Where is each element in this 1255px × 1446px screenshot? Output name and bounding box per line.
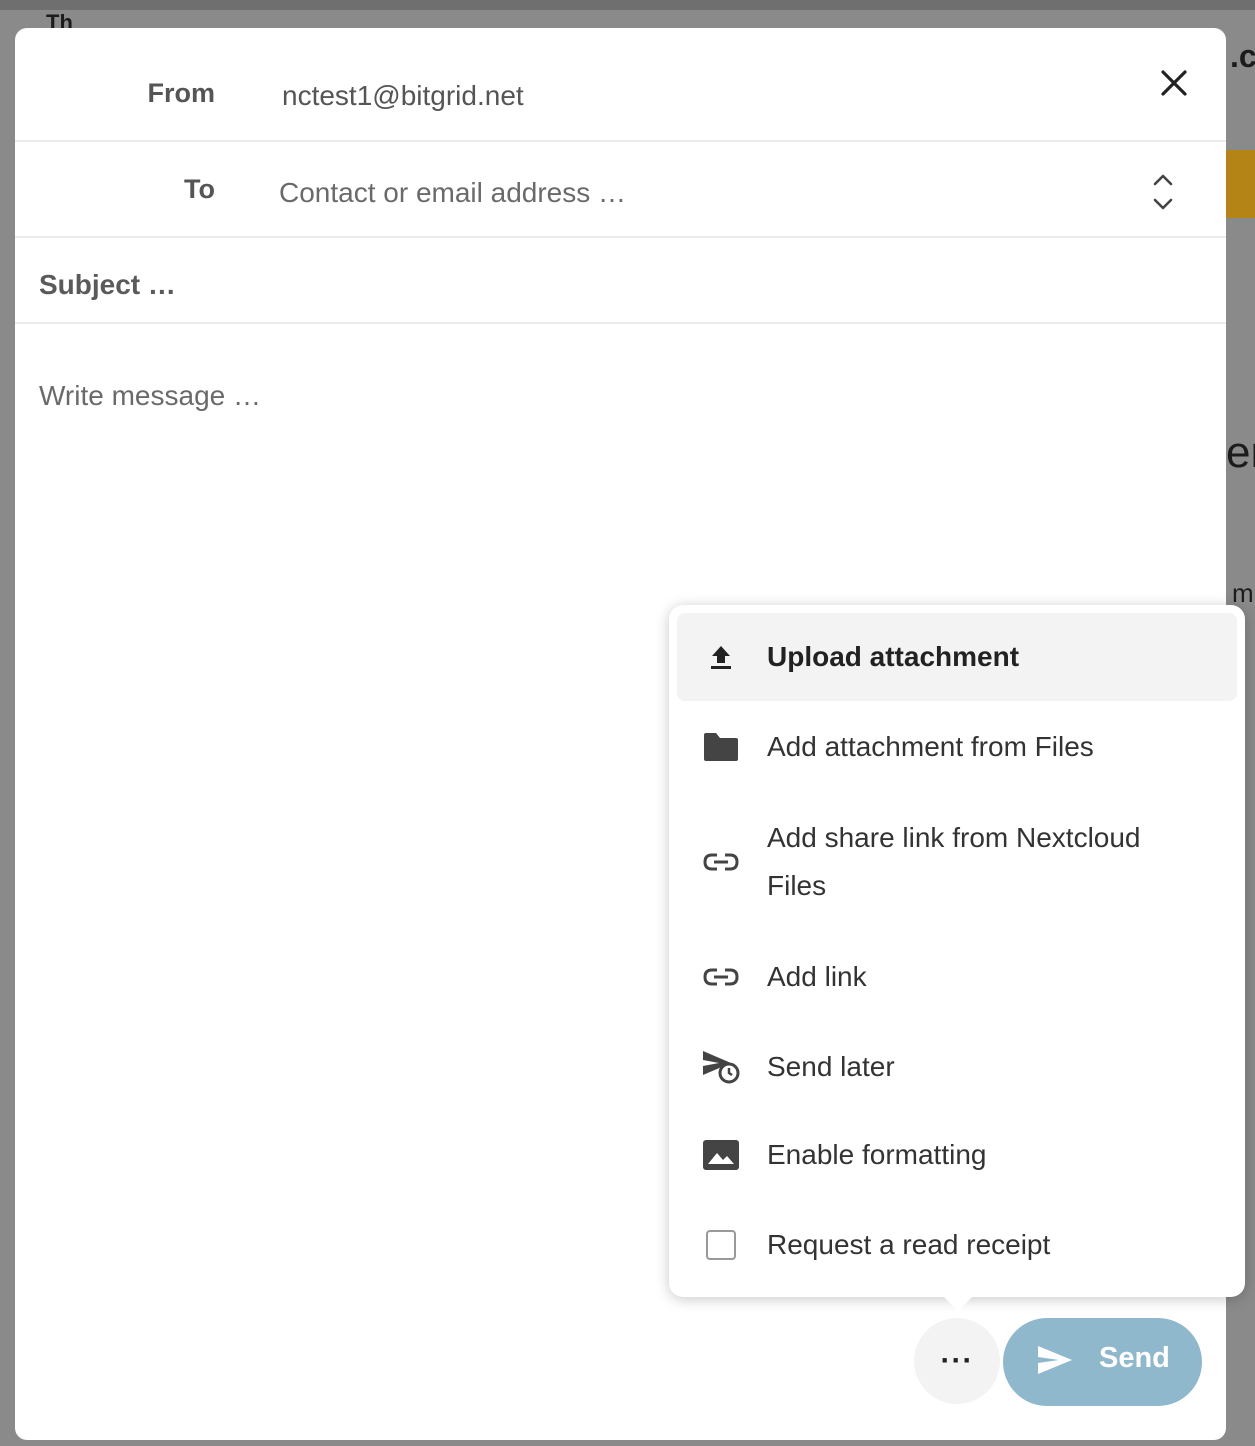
menu-item-label: Upload attachment: [767, 641, 1020, 672]
menu-item-label: Send later: [767, 1051, 895, 1082]
background-text-fragment: .c: [1230, 38, 1255, 74]
menu-item-upload-attachment[interactable]: Upload attachment: [677, 613, 1237, 701]
menu-item-label: Add attachment from Files: [767, 731, 1094, 762]
background-top-strip: [0, 0, 1255, 10]
read-receipt-checkbox[interactable]: [701, 1225, 741, 1265]
menu-item-add-link[interactable]: Add link: [677, 933, 1237, 1021]
menu-item-label: Add link: [767, 961, 867, 992]
background-text-fragment: m: [1232, 578, 1254, 608]
image-icon: [701, 1135, 741, 1175]
menu-item-label: Request a read receipt: [767, 1229, 1051, 1260]
background-accent-strip: [1226, 150, 1255, 218]
menu-item-add-share-link[interactable]: Add share link from Nextcloud Files: [677, 803, 1237, 921]
close-button[interactable]: [1155, 64, 1193, 102]
chevron-up-down-icon[interactable]: [1149, 170, 1177, 214]
upload-icon: [701, 637, 741, 677]
send-label: Send: [1099, 1342, 1170, 1374]
send-clock-icon: [701, 1047, 741, 1087]
background-text-fragment: er: [1226, 428, 1255, 477]
menu-item-label: Enable formatting: [767, 1139, 987, 1170]
close-icon: [1161, 70, 1187, 96]
menu-item-label: Add share link from Nextcloud Files: [767, 822, 1141, 901]
checkbox-box: [706, 1230, 736, 1260]
subject-input[interactable]: [37, 260, 1191, 310]
folder-icon: [701, 727, 741, 767]
menu-pointer-arrow: [942, 1295, 974, 1311]
menu-item-send-later[interactable]: Send later: [677, 1023, 1237, 1111]
send-button[interactable]: Send: [1003, 1318, 1202, 1406]
from-label: From: [147, 78, 216, 108]
link-icon: [701, 842, 741, 882]
to-label: To: [184, 174, 215, 204]
menu-item-request-read-receipt[interactable]: Request a read receipt: [677, 1201, 1237, 1289]
more-actions-button[interactable]: ···: [914, 1318, 1000, 1404]
link-icon: [701, 957, 741, 997]
to-recipient-input[interactable]: [277, 168, 1141, 218]
menu-item-enable-formatting[interactable]: Enable formatting: [677, 1111, 1237, 1199]
send-icon: [1038, 1346, 1072, 1374]
more-actions-menu: Upload attachment Add attachment from Fi…: [669, 605, 1245, 1297]
menu-item-add-attachment-from-files[interactable]: Add attachment from Files: [677, 703, 1237, 791]
from-account-select[interactable]: nctest1@bitgrid.net: [282, 80, 524, 112]
more-actions-label: ···: [940, 1344, 974, 1377]
